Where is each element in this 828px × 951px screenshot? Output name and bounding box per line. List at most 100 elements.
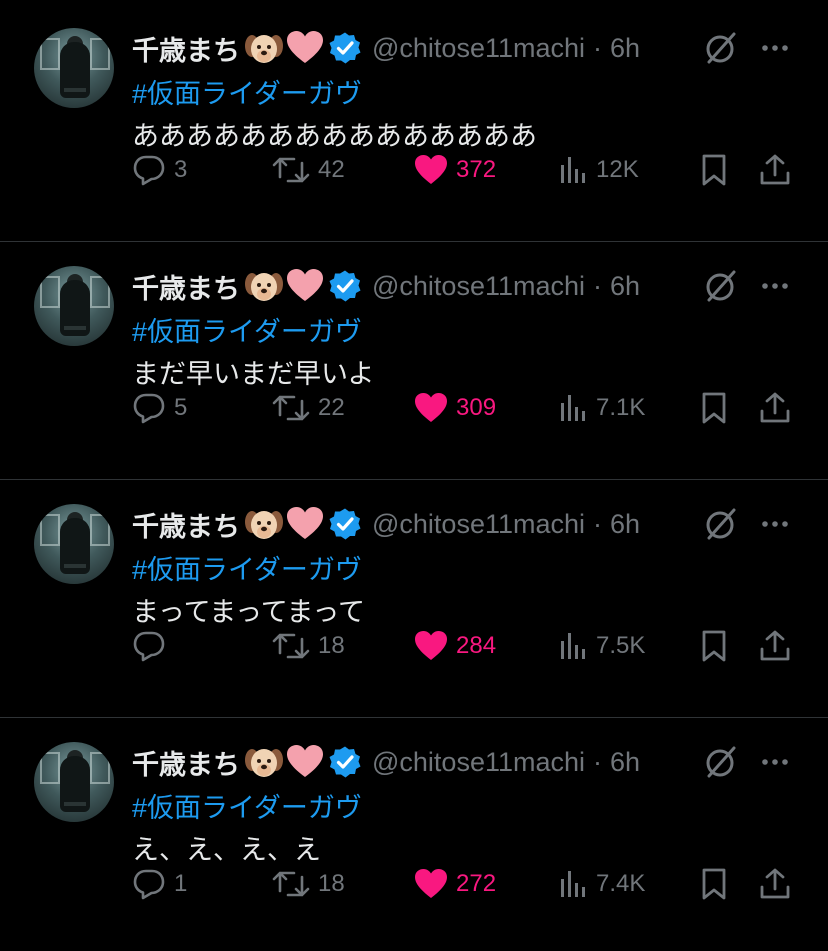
share-button[interactable]	[758, 150, 792, 190]
tweet-time[interactable]: 6h	[610, 271, 640, 302]
retweet-button[interactable]: 18	[272, 864, 345, 904]
bookmark-button[interactable]	[700, 150, 728, 190]
bookmark-button[interactable]	[700, 626, 728, 666]
pink-heart-icon	[287, 507, 323, 539]
separator-dot: ·	[593, 508, 603, 539]
avatar-window-detail	[40, 38, 60, 70]
like-button[interactable]: 272	[414, 864, 496, 904]
views-count: 7.5K	[596, 632, 646, 659]
like-count: 284	[456, 632, 497, 659]
retweet-icon	[272, 633, 310, 659]
more-options-icon[interactable]	[760, 272, 790, 300]
author-name[interactable]: 千歳まち	[132, 29, 240, 68]
views-button[interactable]: 7.5K	[558, 626, 645, 666]
like-button[interactable]: 309	[414, 388, 496, 428]
author-name[interactable]: 千歳まち	[132, 505, 240, 544]
more-options-icon[interactable]	[760, 34, 790, 62]
share-icon	[760, 868, 790, 899]
retweet-button[interactable]: 18	[272, 626, 345, 666]
author-badges	[244, 744, 362, 780]
author-handle[interactable]: @chitose11machi	[372, 33, 585, 64]
reply-count: 5	[174, 394, 188, 421]
separator-dot: ·	[593, 270, 603, 301]
pink-heart-icon	[287, 269, 323, 301]
more-options-icon[interactable]	[760, 748, 790, 776]
retweet-count: 22	[318, 394, 345, 421]
heart-filled-icon	[415, 631, 447, 660]
avatar-window-detail	[90, 752, 110, 784]
verified-badge-icon[interactable]	[328, 31, 362, 65]
tweet-text: え、え、え、え	[132, 835, 321, 865]
author-name[interactable]: 千歳まち	[132, 743, 240, 782]
more-options-icon[interactable]	[760, 510, 790, 538]
heart-filled-icon	[415, 393, 447, 422]
avatar[interactable]	[34, 266, 114, 346]
tweet-header: 千歳まち @chitose11machi · 6h	[132, 28, 640, 68]
dog-emoji-icon	[245, 749, 283, 777]
reply-button[interactable]	[132, 626, 174, 666]
avatar[interactable]	[34, 742, 114, 822]
views-button[interactable]: 12K	[558, 150, 639, 190]
tweet[interactable]: 千歳まち @chitose11m	[0, 476, 828, 713]
retweet-icon	[272, 157, 310, 183]
tweet[interactable]: 千歳まち @chitose11m	[0, 0, 828, 237]
action-bar: 18 284 7.5K	[0, 626, 828, 666]
share-icon	[760, 154, 790, 185]
verified-badge-icon[interactable]	[328, 507, 362, 541]
grok-icon[interactable]	[703, 744, 739, 780]
views-button[interactable]: 7.4K	[558, 864, 645, 904]
bookmark-button[interactable]	[700, 864, 728, 904]
retweet-button[interactable]: 22	[272, 388, 345, 428]
reply-button[interactable]: 3	[132, 150, 187, 190]
verified-badge-icon[interactable]	[328, 745, 362, 779]
share-button[interactable]	[758, 626, 792, 666]
grok-icon[interactable]	[703, 30, 739, 66]
avatar-window-detail	[90, 38, 110, 70]
reply-count: 1	[174, 870, 188, 897]
author-handle[interactable]: @chitose11machi	[372, 747, 585, 778]
hashtag-link[interactable]: #仮面ライダーガヴ	[132, 72, 362, 111]
avatar[interactable]	[34, 504, 114, 584]
avatar[interactable]	[34, 28, 114, 108]
pink-heart-icon	[287, 31, 323, 63]
hashtag-link[interactable]: #仮面ライダーガヴ	[132, 548, 362, 587]
hashtag-link[interactable]: #仮面ライダーガヴ	[132, 786, 362, 825]
retweet-count: 18	[318, 870, 345, 897]
avatar-stool	[64, 802, 86, 806]
tweet[interactable]: 千歳まち @chitose11m	[0, 714, 828, 951]
tweet[interactable]: 千歳まち @chitose11m	[0, 238, 828, 475]
bookmark-button[interactable]	[700, 388, 728, 428]
tweet-time[interactable]: 6h	[610, 509, 640, 540]
tweet-time[interactable]: 6h	[610, 747, 640, 778]
hashtag-link[interactable]: #仮面ライダーガヴ	[132, 310, 362, 349]
dog-emoji-icon	[245, 273, 283, 301]
author-name[interactable]: 千歳まち	[132, 267, 240, 306]
reply-button[interactable]: 1	[132, 864, 187, 904]
views-count: 7.4K	[596, 870, 646, 897]
tweet-text: まってまってまって	[132, 597, 366, 627]
separator-dot: ·	[593, 746, 603, 777]
tweet-header: 千歳まち @chitose11machi · 6h	[132, 742, 640, 782]
retweet-button[interactable]: 42	[272, 150, 345, 190]
like-button[interactable]: 372	[414, 150, 496, 190]
reply-icon	[133, 393, 165, 424]
reply-icon	[133, 869, 165, 900]
share-button[interactable]	[758, 388, 792, 428]
action-bar: 1 18 272 7.4K	[0, 864, 828, 904]
views-button[interactable]: 7.1K	[558, 388, 645, 428]
author-handle[interactable]: @chitose11machi	[372, 509, 585, 540]
like-button[interactable]: 284	[414, 626, 496, 666]
share-button[interactable]	[758, 864, 792, 904]
dog-emoji-icon	[245, 511, 283, 539]
author-badges	[244, 268, 362, 304]
like-count: 309	[456, 394, 497, 421]
verified-badge-icon[interactable]	[328, 269, 362, 303]
tweet-time[interactable]: 6h	[610, 33, 640, 64]
avatar-stool	[64, 564, 86, 568]
views-count: 12K	[596, 156, 639, 183]
author-handle[interactable]: @chitose11machi	[372, 271, 585, 302]
like-count: 272	[456, 870, 497, 897]
grok-icon[interactable]	[703, 506, 739, 542]
reply-button[interactable]: 5	[132, 388, 187, 428]
grok-icon[interactable]	[703, 268, 739, 304]
